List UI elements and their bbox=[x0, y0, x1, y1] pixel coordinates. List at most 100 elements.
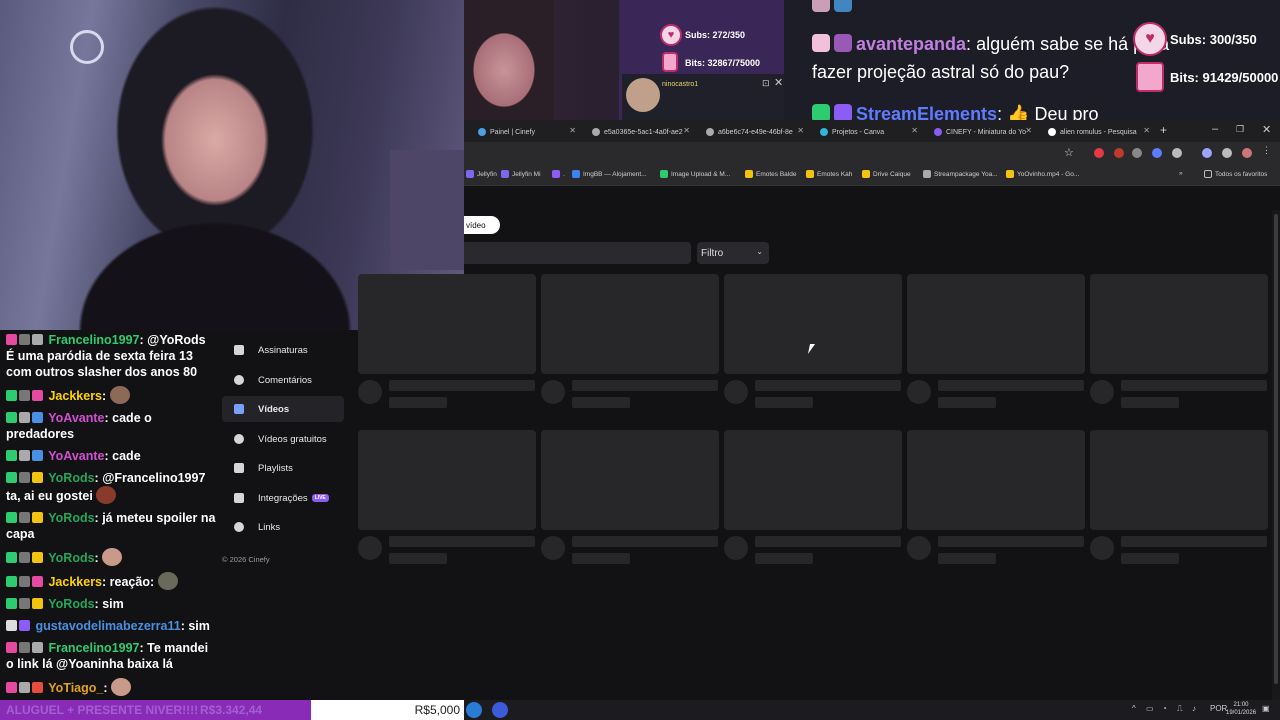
extension-icon[interactable] bbox=[1132, 148, 1142, 158]
close-tab-icon[interactable]: ✕ bbox=[1025, 126, 1032, 135]
scrollbar[interactable] bbox=[1272, 210, 1280, 700]
new-tab-button[interactable]: + bbox=[1160, 123, 1167, 137]
sidebar-item-videos-gratuitos[interactable]: Vídeos gratuitos bbox=[222, 426, 344, 452]
close-tab-icon[interactable]: ✕ bbox=[911, 126, 918, 135]
restore-icon[interactable]: ❐ bbox=[1236, 124, 1244, 135]
tab-label: Projetos - Canva bbox=[832, 128, 885, 136]
pin-icon[interactable]: ⊡ bbox=[762, 78, 770, 89]
sidebar-item-integracoes[interactable]: Integrações LIVE bbox=[222, 485, 344, 511]
tab-favicon bbox=[592, 128, 600, 136]
chat-overlay-message: Deu pro bbox=[1034, 104, 1099, 120]
tab-favicon bbox=[934, 128, 942, 136]
extension-icon[interactable] bbox=[1152, 148, 1162, 158]
volume-icon[interactable]: ♪ bbox=[1192, 704, 1196, 713]
bookmark-item[interactable]: Emotes Balde bbox=[745, 170, 796, 178]
input-language[interactable]: POR bbox=[1210, 704, 1227, 713]
bookmark-item[interactable]: Drive Caique bbox=[862, 170, 911, 178]
address-bar[interactable]: ☆ ⋮ bbox=[464, 142, 1280, 164]
filter-dropdown[interactable]: Filtro ⌄ bbox=[697, 242, 769, 264]
chat-overlay-username: avantepanda bbox=[856, 34, 967, 54]
search-input[interactable] bbox=[464, 242, 691, 264]
bookmark-item[interactable]: Image Upload & M... bbox=[660, 170, 730, 178]
chat-emote bbox=[109, 386, 130, 404]
extensions-puzzle-icon[interactable] bbox=[1172, 148, 1182, 158]
tab-alien-search[interactable]: alien romulus - Pesquisa ✕ bbox=[1040, 122, 1150, 142]
bookmark-item[interactable]: YoOvinho.mp4 - Go... bbox=[1006, 170, 1079, 178]
video-skeleton-thumb bbox=[907, 274, 1085, 374]
video-skeleton-avatar bbox=[724, 380, 748, 404]
extension-icon[interactable] bbox=[1222, 148, 1232, 158]
close-icon[interactable]: ✕ bbox=[774, 76, 783, 89]
tray-overflow-icon[interactable]: ^ bbox=[1132, 704, 1136, 713]
tab-uuid-2[interactable]: a6be6c74-e49e-46bf-8e ✕ bbox=[698, 122, 804, 142]
sidebar-item-assinaturas[interactable]: Assinaturas bbox=[222, 337, 344, 363]
tab-canva[interactable]: Projetos - Canva ✕ bbox=[812, 122, 918, 142]
extension-icon[interactable] bbox=[1202, 148, 1212, 158]
network-icon[interactable]: ⎍ bbox=[1177, 704, 1183, 714]
sidebar-item-links[interactable]: Links bbox=[222, 514, 344, 540]
scrollbar-thumb[interactable] bbox=[1274, 214, 1278, 684]
sidebar-item-label: Assinaturas bbox=[258, 344, 308, 356]
bits-goal-large: Bits: 91429/50000 bbox=[1170, 70, 1279, 85]
tray-icon[interactable]: ◔ bbox=[1162, 704, 1167, 713]
bookmark-star-icon[interactable]: ☆ bbox=[1064, 146, 1074, 159]
tray-icon[interactable]: ▭ bbox=[1146, 704, 1154, 713]
comment-icon bbox=[234, 375, 244, 385]
chat-emote bbox=[157, 572, 178, 590]
tab-favicon bbox=[1048, 128, 1056, 136]
bookmark-item[interactable]: Jellyfin Mi bbox=[501, 170, 541, 178]
video-skeleton-avatar bbox=[541, 536, 565, 560]
video-skeleton-meta bbox=[938, 397, 996, 408]
extension-icon[interactable] bbox=[1094, 148, 1104, 158]
bookmark-item[interactable]: . bbox=[552, 170, 565, 178]
extension-icon[interactable] bbox=[1114, 148, 1124, 158]
sidebar-item-label: Vídeos gratuitos bbox=[258, 433, 327, 445]
bookmark-item[interactable]: Emotes Kah bbox=[806, 170, 852, 178]
tab-uuid-1[interactable]: e5a0365e-5ac1-4a0f-ae2 ✕ bbox=[584, 122, 690, 142]
minimize-icon[interactable]: – bbox=[1212, 123, 1218, 135]
upload-video-button[interactable]: vídeo bbox=[464, 216, 500, 234]
all-bookmarks[interactable]: Todos os favoritos bbox=[1204, 170, 1267, 178]
sidebar-item-videos[interactable]: Vídeos bbox=[222, 396, 344, 422]
close-window-icon[interactable]: ✕ bbox=[1262, 123, 1271, 136]
cup-icon bbox=[1136, 62, 1164, 92]
donation-goal-target: R$5,000 bbox=[414, 703, 460, 717]
sidebar-item-playlists[interactable]: Playlists bbox=[222, 455, 344, 481]
chat-text: sim bbox=[188, 619, 210, 633]
chat-overlay-line: avantepanda: alguém sabe se há para bbox=[812, 34, 1169, 55]
clock[interactable]: 21:00 19/01/2026 bbox=[1226, 701, 1256, 717]
chat-username: YoRods bbox=[48, 511, 95, 525]
all-bookmarks-label: Todos os favoritos bbox=[1215, 170, 1268, 178]
video-skeleton-thumb bbox=[1090, 430, 1268, 530]
chat-username: YoRods bbox=[48, 551, 95, 565]
bookmarks-bar: Jellyfin Jellyfin Mi . ImgBB — Alojament… bbox=[464, 164, 1280, 186]
bookmark-item[interactable]: Streampackage Yoa... bbox=[923, 170, 998, 178]
menu-kebab-icon[interactable]: ⋮ bbox=[1262, 145, 1271, 155]
tab-cinefy-miniatura[interactable]: CINEFY - Miniatura do Yo ✕ bbox=[926, 122, 1032, 142]
bookmarks-overflow-icon[interactable]: » bbox=[1179, 170, 1183, 177]
bookmark-label: Jellyfin bbox=[477, 170, 497, 178]
close-tab-icon[interactable]: ✕ bbox=[1143, 126, 1150, 135]
app-icon[interactable] bbox=[492, 702, 508, 718]
notification-center-icon[interactable]: ▣ bbox=[1262, 704, 1270, 713]
chat-message: YoTiago_: bbox=[6, 678, 216, 696]
bookmark-label: Emotes Kah bbox=[817, 170, 853, 178]
ring-lamp bbox=[70, 30, 104, 64]
sidebar-item-label: Vídeos bbox=[258, 403, 290, 415]
close-tab-icon[interactable]: ✕ bbox=[569, 126, 576, 135]
close-tab-icon[interactable]: ✕ bbox=[683, 126, 690, 135]
app-icon[interactable] bbox=[466, 702, 482, 718]
close-tab-icon[interactable]: ✕ bbox=[797, 126, 804, 135]
donation-goal-current: R$3.342,44 bbox=[200, 703, 263, 717]
tab-painel[interactable]: Painel | Cinefy ✕ bbox=[470, 122, 576, 142]
subs-goal-large: Subs: 300/350 bbox=[1170, 32, 1257, 47]
video-skeleton-thumb bbox=[1090, 274, 1268, 374]
video-skeleton-title bbox=[572, 380, 718, 391]
chat-overlay-cut-line bbox=[812, 0, 856, 15]
video-skeleton-title bbox=[1121, 380, 1267, 391]
bookmark-item[interactable]: ImgBB — Alojament... bbox=[572, 170, 647, 178]
sidebar-item-comentarios[interactable]: Comentários bbox=[222, 367, 344, 393]
bookmark-item[interactable]: Jellyfin bbox=[466, 170, 497, 178]
profile-avatar-icon[interactable] bbox=[1242, 148, 1252, 158]
tab-label: a6be6c74-e49e-46bf-8e bbox=[718, 128, 793, 136]
